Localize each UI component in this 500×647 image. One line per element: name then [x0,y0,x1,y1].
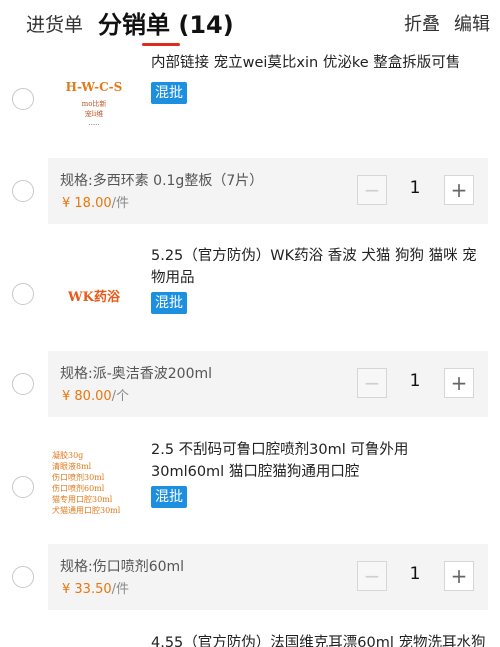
mixed-batch-tag: 混批 [151,82,187,104]
plus-icon[interactable]: + [444,175,474,205]
quantity-value[interactable]: 1 [398,564,432,584]
product-select-radio[interactable] [12,283,34,305]
minus-icon[interactable]: − [357,561,387,591]
thumb-text: mo比新 [81,100,107,108]
product-title[interactable]: 2.5 不刮码可鲁口腔喷剂30ml 可鲁外用 30ml60ml 猫口腔猫狗通用口… [151,439,486,483]
fold-button[interactable]: 折叠 [404,10,440,36]
sku-spec: 规格:伤口喷剂60ml [60,559,185,575]
thumb-text: WK药浴 [68,290,120,305]
thumb-text: 宠li维 [84,110,104,118]
product-select-radio[interactable] [12,88,34,110]
tab-distribution-order[interactable]: 分销单 (14) [98,5,234,40]
product-thumbnail[interactable] [50,632,138,647]
thumb-text: 猫专用口腔30ml [52,495,113,504]
minus-icon[interactable]: − [357,175,387,205]
sku-select-radio[interactable] [12,566,34,588]
sku-price: ¥ 18.00/件 [62,196,130,211]
sku-spec: 规格:多西环素 0.1g整板（7片） [60,173,264,189]
thumb-text: 凝胶30g [52,451,84,460]
active-tab-indicator [142,43,180,46]
top-bar: 进货单 分销单 (14) 折叠 编辑 [0,0,500,48]
quantity-value[interactable]: 1 [398,371,432,391]
product-thumbnail[interactable]: H-W-C-S mo比新 宠li维 ..... [50,62,138,150]
plus-icon[interactable]: + [444,561,474,591]
sku-select-radio[interactable] [12,373,34,395]
plus-icon[interactable]: + [444,368,474,398]
thumb-text: 伤口喷剂60ml [52,484,105,493]
sku-select-radio[interactable] [12,180,34,202]
thumb-text: H-W-C-S [65,80,123,94]
sku-row: 规格:多西环素 0.1g整板（7片） ¥ 18.00/件 − 1 + [48,158,488,224]
tab-stock-order[interactable]: 进货单 [26,10,83,37]
sku-spec: 规格:派-奥洁香波200ml [60,366,213,382]
sku-row: 规格:派-奥洁香波200ml ¥ 80.00/个 − 1 + [48,351,488,417]
sku-row: 规格:伤口喷剂60ml ¥ 33.50/件 − 1 + [48,544,488,610]
mixed-batch-tag: 混批 [151,486,187,508]
product-title[interactable]: 4.55（官方防伪）法国维克耳漂60ml 宠物洗耳水狗 [151,632,486,647]
product-thumbnail[interactable]: WK药浴 [50,250,138,338]
product-title[interactable]: 5.25（官方防伪）WK药浴 香波 犬猫 狗狗 猫咪 宠物用品 [151,245,486,289]
product-title[interactable]: 内部链接 宠立wei莫比xin 优泌ke 整盒拆版可售 [151,52,486,74]
minus-icon[interactable]: − [357,368,387,398]
product-select-radio[interactable] [12,476,34,498]
thumb-text: 清眼液8ml [52,462,92,471]
edit-button[interactable]: 编辑 [454,10,490,36]
sku-price: ¥ 80.00/个 [62,389,130,404]
mixed-batch-tag: 混批 [151,292,187,314]
sku-price: ¥ 33.50/件 [62,582,130,597]
thumb-text: ..... [88,119,100,127]
thumb-text: 犬猫通用口腔30ml [52,506,121,515]
quantity-value[interactable]: 1 [398,178,432,198]
thumb-text: 伤口喷剂30ml [52,473,105,482]
product-thumbnail[interactable]: 凝胶30g 清眼液8ml 伤口喷剂30ml 伤口喷剂60ml 猫专用口腔30ml… [50,444,138,532]
